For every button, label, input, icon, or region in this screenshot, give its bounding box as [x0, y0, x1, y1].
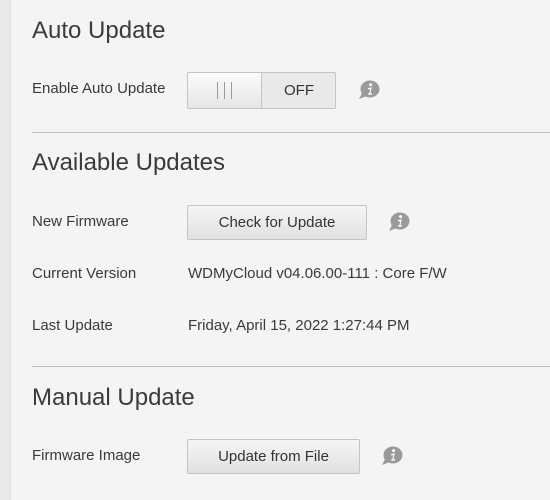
update-from-file-button[interactable]: Update from File	[187, 439, 360, 474]
firmware-image-label: Firmware Image	[32, 447, 141, 464]
new-firmware-label: New Firmware	[32, 213, 129, 230]
last-update-label: Last Update	[32, 317, 113, 334]
auto-update-toggle[interactable]: OFF	[187, 72, 336, 109]
left-edge-border	[0, 0, 11, 500]
current-version-value: WDMyCloud v04.06.00-111 : Core F/W	[188, 265, 447, 282]
grip-line-icon	[231, 82, 232, 99]
enable-auto-update-label: Enable Auto Update	[32, 80, 166, 97]
last-update-value: Friday, April 15, 2022 1:27:44 PM	[188, 317, 410, 334]
info-bubble-icon[interactable]	[358, 80, 380, 100]
toggle-state-label: OFF	[284, 82, 314, 99]
info-bubble-icon[interactable]	[381, 446, 403, 466]
toggle-knob[interactable]	[188, 73, 262, 108]
grip-line-icon	[224, 82, 225, 99]
section-divider	[32, 132, 550, 133]
grip-line-icon	[217, 82, 218, 99]
section-title-auto-update: Auto Update	[32, 17, 166, 44]
section-title-manual-update: Manual Update	[32, 384, 195, 411]
section-title-available-updates: Available Updates	[32, 149, 226, 176]
current-version-label: Current Version	[32, 265, 137, 282]
section-divider	[32, 366, 550, 367]
check-for-update-button[interactable]: Check for Update	[187, 205, 367, 240]
info-bubble-icon[interactable]	[388, 212, 410, 232]
